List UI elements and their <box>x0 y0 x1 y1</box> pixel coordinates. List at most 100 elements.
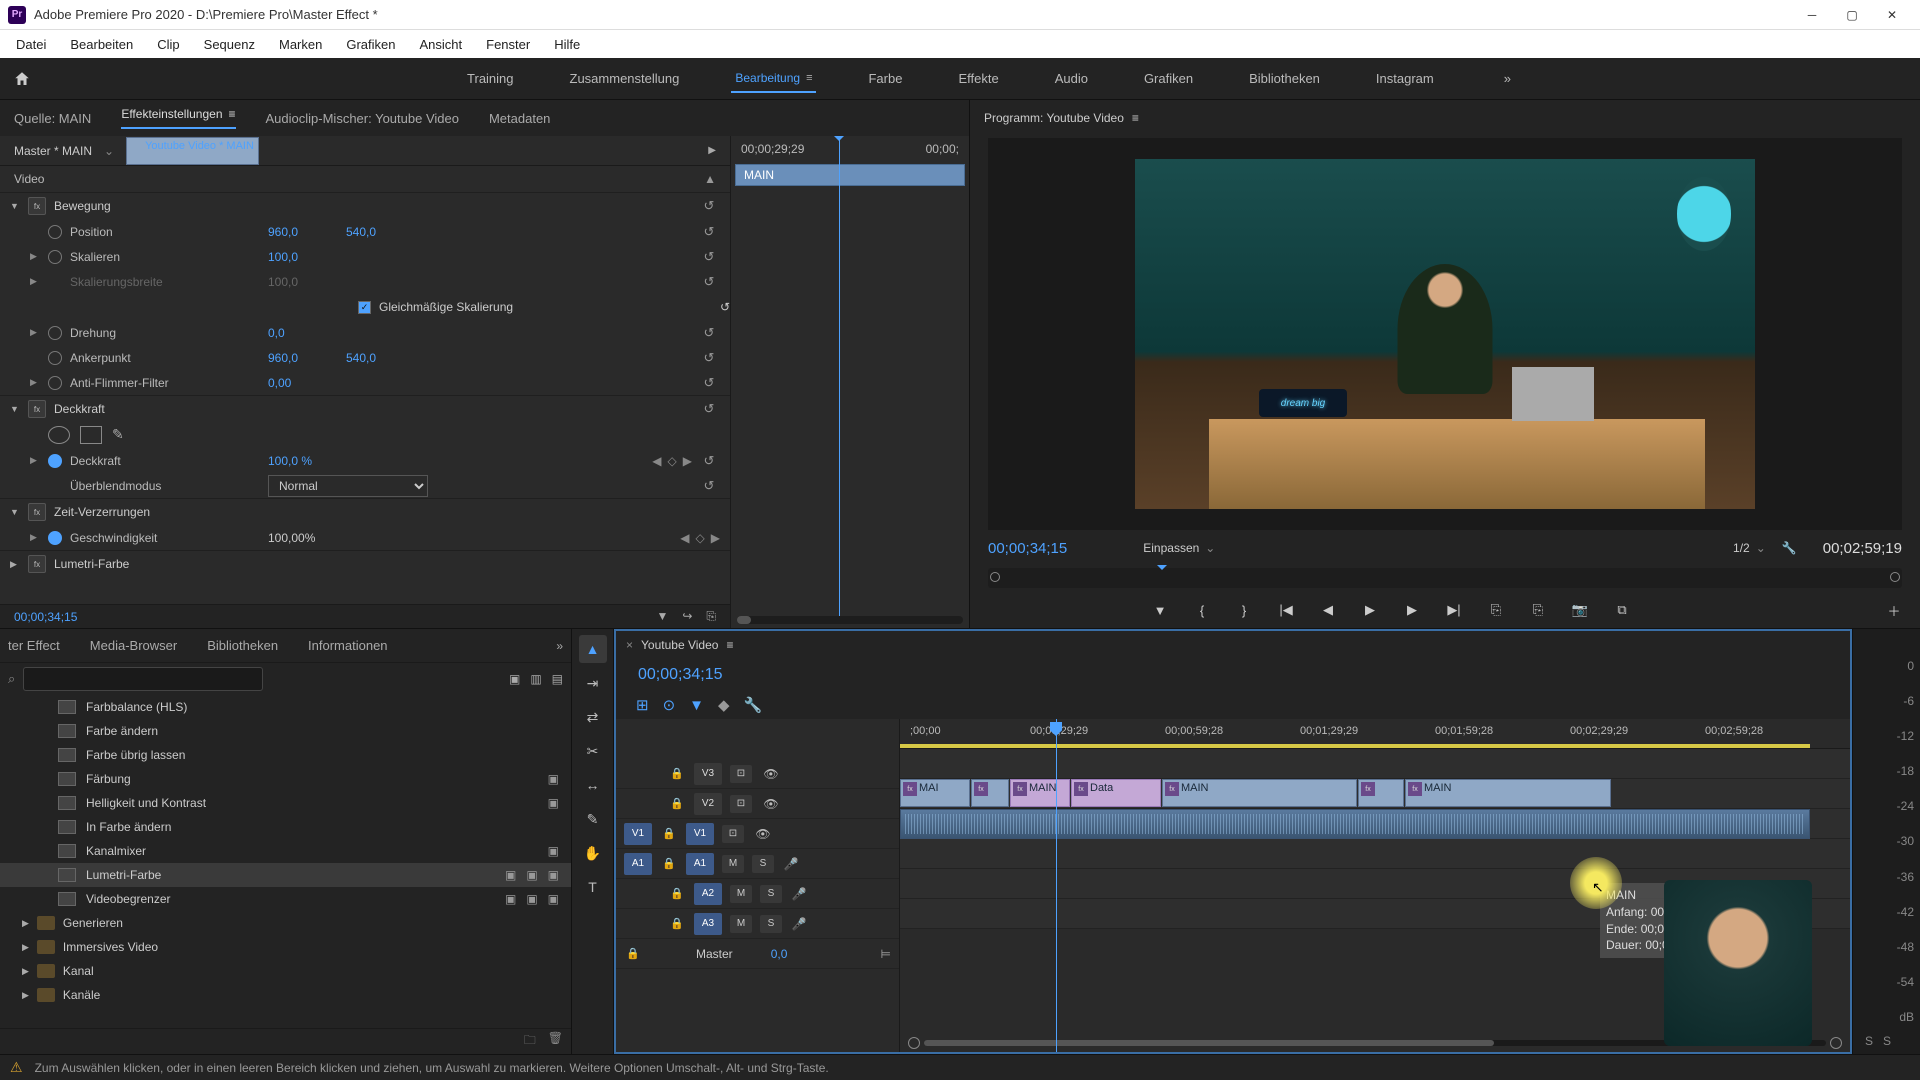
play-toggle-icon[interactable]: ▶ <box>708 145 716 156</box>
track-a3[interactable]: 🔒A3MS🎤 <box>616 909 899 939</box>
program-scrubber[interactable] <box>988 568 1902 588</box>
tab-metadata[interactable]: Metadaten <box>489 111 550 126</box>
home-icon[interactable] <box>10 67 34 91</box>
pen-tool-icon[interactable]: ✎ <box>579 805 607 833</box>
fit-select[interactable]: Einpassen <box>1143 541 1199 555</box>
tab-media-browser[interactable]: Media-Browser <box>90 638 177 653</box>
next-edit-icon[interactable]: ▶| <box>1442 598 1466 622</box>
anker-y[interactable]: 540,0 <box>346 351 416 365</box>
close-button[interactable]: ✕ <box>1872 0 1912 30</box>
track-v1[interactable]: V1🔒V1⊡👁 <box>616 819 899 849</box>
checkbox-icon[interactable]: ✓ <box>358 301 371 314</box>
close-icon[interactable]: × <box>626 638 633 652</box>
reset-icon[interactable]: ↺ <box>720 300 730 314</box>
tab-effect-controls[interactable]: Effekteinstellungen≡ <box>121 107 235 129</box>
effect-folder[interactable]: ▶Generieren <box>0 911 571 935</box>
program-viewer[interactable]: dream big <box>988 138 1902 530</box>
eye-icon[interactable]: 👁 <box>760 797 782 811</box>
track-v3[interactable]: 🔒V3⊡👁 <box>616 759 899 789</box>
lock-icon[interactable]: 🔒 <box>668 797 686 810</box>
only-selection-icon[interactable]: ↪ <box>682 609 692 624</box>
tab-libraries[interactable]: Bibliotheken <box>207 638 278 653</box>
param-gleichmassig[interactable]: ✓ Gleichmäßige Skalierung ↺ <box>0 294 730 320</box>
skalieren-value[interactable]: 100,0 <box>268 250 338 264</box>
extract-icon[interactable]: ⎘ <box>1526 598 1550 622</box>
position-y[interactable]: 540,0 <box>346 225 416 239</box>
timeline-clip[interactable]: fxData <box>1071 779 1161 807</box>
lock-icon[interactable]: 🔒 <box>668 767 686 780</box>
panel-menu-icon[interactable]: ≡ <box>726 638 733 652</box>
mic-icon[interactable]: 🎤 <box>782 857 800 871</box>
ec-timeline[interactable]: 00;00;29;29 00;00; MAIN <box>730 136 969 628</box>
ripple-tool-icon[interactable]: ⇄ <box>579 703 607 731</box>
tab-audioclip-mixer[interactable]: Audioclip-Mischer: Youtube Video <box>266 111 459 126</box>
workspace-overflow-icon[interactable]: » <box>1504 71 1511 86</box>
solo-right[interactable]: S <box>1883 1034 1891 1048</box>
reset-icon[interactable]: ↺ <box>698 453 720 469</box>
panel-menu-icon[interactable]: ≡ <box>1132 111 1139 125</box>
src-v1[interactable]: V1 <box>624 823 652 845</box>
menu-datei[interactable]: Datei <box>6 33 56 56</box>
timeline-clip[interactable]: fxMAIN <box>1162 779 1357 807</box>
reset-icon[interactable]: ↺ <box>698 401 720 417</box>
ws-grafiken[interactable]: Grafiken <box>1140 65 1197 92</box>
scrub-end-icon[interactable] <box>1890 572 1900 582</box>
master-volume[interactable]: 0,0 <box>771 947 788 961</box>
settings-icon[interactable]: 🔧 <box>744 696 763 714</box>
ec-scrollbar[interactable] <box>737 616 963 624</box>
search-input[interactable] <box>23 667 263 691</box>
reset-icon[interactable]: ↺ <box>698 224 720 240</box>
ws-effekte[interactable]: Effekte <box>954 65 1002 92</box>
stopwatch-icon[interactable] <box>48 250 62 264</box>
hand-tool-icon[interactable]: ✋ <box>579 839 607 867</box>
stopwatch-icon[interactable] <box>48 351 62 365</box>
trash-icon[interactable]: 🗑 <box>548 1031 563 1052</box>
mic-icon[interactable]: 🎤 <box>790 887 808 901</box>
anker-x[interactable]: 960,0 <box>268 351 338 365</box>
effect-item[interactable]: Farbe ändern <box>0 719 571 743</box>
effect-folder[interactable]: ▶Kanäle <box>0 983 571 1007</box>
minimize-button[interactable]: ─ <box>1792 0 1832 30</box>
ws-audio[interactable]: Audio <box>1051 65 1092 92</box>
step-back-icon[interactable]: ◀ <box>1316 598 1340 622</box>
tab-source[interactable]: Quelle: MAIN <box>14 111 91 126</box>
track-a1[interactable]: A1🔒A1MS🎤 <box>616 849 899 879</box>
group-deckkraft[interactable]: ▼fx Deckkraft ↺ <box>0 396 730 422</box>
menu-ansicht[interactable]: Ansicht <box>409 33 472 56</box>
ws-zusammenstellung[interactable]: Zusammenstellung <box>566 65 684 92</box>
add-marker-icon[interactable]: ◆ <box>718 696 730 714</box>
pen-mask-icon[interactable] <box>112 426 134 444</box>
blend-mode-select[interactable]: Normal <box>268 475 428 497</box>
ws-bibliotheken[interactable]: Bibliotheken <box>1245 65 1324 92</box>
effect-item[interactable]: Videobegrenzer▣▣▣ <box>0 887 571 911</box>
eye-icon[interactable]: 👁 <box>752 827 774 841</box>
group-lumetri[interactable]: ▶fx Lumetri-Farbe <box>0 551 730 577</box>
stopwatch-icon[interactable] <box>48 326 62 340</box>
ws-instagram[interactable]: Instagram <box>1372 65 1438 92</box>
panel-menu-icon[interactable]: ≡ <box>229 107 236 121</box>
timeline-timecode[interactable]: 00;00;34;15 <box>638 666 723 684</box>
wrench-icon[interactable]: 🔧 <box>1782 541 1797 555</box>
effect-folder[interactable]: ▶Immersives Video <box>0 935 571 959</box>
lock-icon[interactable]: 🔒 <box>668 887 686 900</box>
stopwatch-icon[interactable] <box>48 454 62 468</box>
timeline-playhead[interactable] <box>1056 719 1057 1052</box>
menu-grafiken[interactable]: Grafiken <box>336 33 405 56</box>
new-bin-icon[interactable]: ▣ <box>509 672 520 686</box>
ellipse-mask-icon[interactable] <box>48 426 70 444</box>
reset-icon[interactable]: ↺ <box>698 249 720 265</box>
deckkraft-value[interactable]: 100,0 % <box>268 454 338 468</box>
list-view-icon[interactable]: ▤ <box>552 672 563 686</box>
reset-icon[interactable]: ↺ <box>698 274 720 290</box>
clip-instance-label[interactable]: Youtube Video * MAIN <box>126 137 259 165</box>
ec-playhead[interactable] <box>839 138 840 620</box>
reset-icon[interactable]: ↺ <box>698 325 720 341</box>
eye-icon[interactable]: 👁 <box>760 767 782 781</box>
reset-icon[interactable]: ↺ <box>698 198 720 214</box>
effect-item[interactable]: Färbung▣ <box>0 767 571 791</box>
lock-icon[interactable]: 🔒 <box>660 857 678 870</box>
maximize-button[interactable]: ▢ <box>1832 0 1872 30</box>
timeline-clip[interactable]: fxMAIN <box>1405 779 1611 807</box>
drehung-value[interactable]: 0,0 <box>268 326 338 340</box>
audio-clip[interactable] <box>900 809 1810 839</box>
